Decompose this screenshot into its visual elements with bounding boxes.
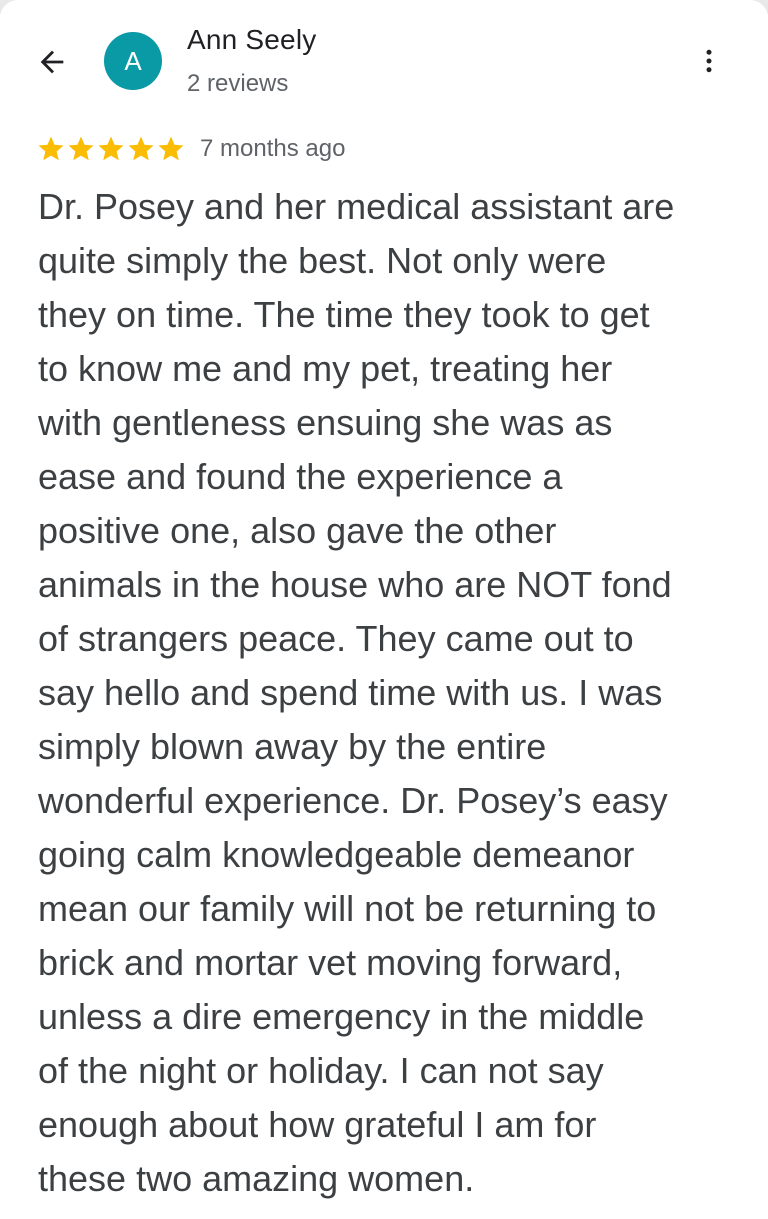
star-rating [36, 134, 186, 164]
reviewer-review-count: 2 reviews [187, 70, 289, 97]
star-icon [158, 136, 184, 161]
review-sheet: A Ann Seely 2 reviews 7 months ago Dr. P… [0, 0, 768, 1219]
arrow-back-icon [40, 50, 64, 74]
rating-row: 7 months ago [36, 133, 345, 165]
review-time: 7 months ago [200, 135, 346, 162]
avatar[interactable]: A [104, 32, 162, 90]
star-icon [98, 136, 124, 161]
review-text: Dr. Posey and her medical assistant are … [38, 186, 675, 1199]
star-icon [38, 136, 64, 161]
star-icon [68, 136, 94, 161]
more-options-button[interactable] [686, 38, 732, 84]
review-header: A Ann Seely 2 reviews [0, 0, 768, 120]
avatar-initial: A [124, 45, 142, 76]
reviewer-name[interactable]: Ann Seely [187, 24, 316, 56]
back-button[interactable] [28, 38, 76, 86]
more-vert-icon [706, 49, 712, 73]
star-icon [128, 136, 154, 161]
